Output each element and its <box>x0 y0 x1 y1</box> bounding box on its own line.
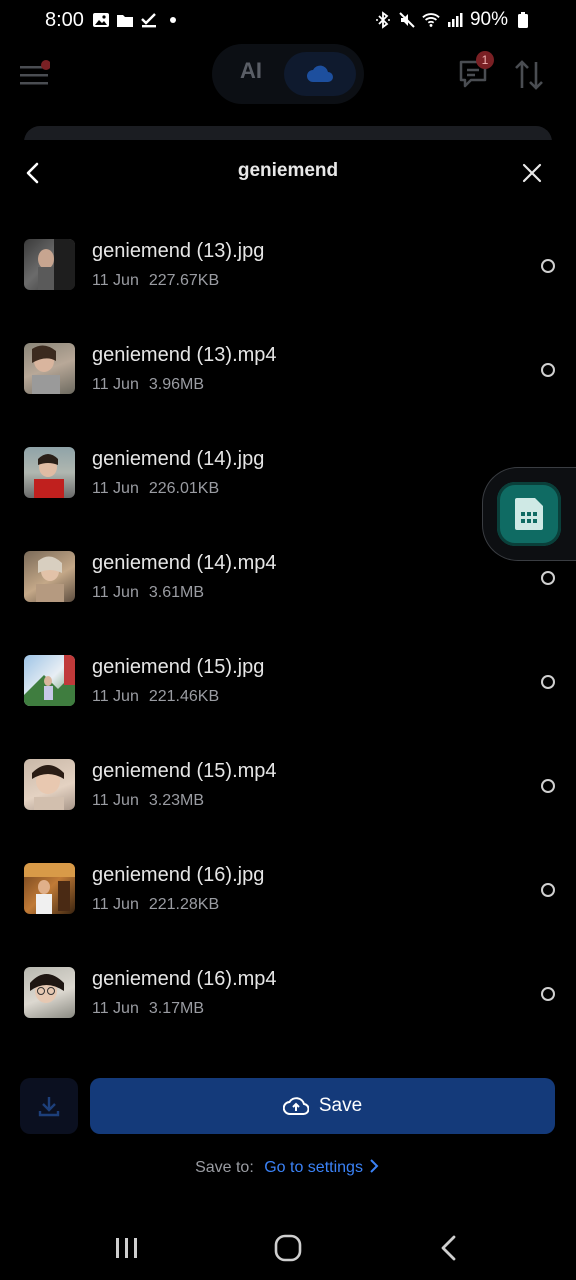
file-name: geniemend (14).jpg <box>92 448 265 470</box>
settings-link-label: Go to settings <box>264 1159 363 1176</box>
mode-ai-label: AI <box>240 58 262 83</box>
file-size: 3.61MB <box>148 584 204 601</box>
file-meta: 11 Jun 3.17MB <box>92 1000 204 1018</box>
mode-cloud <box>284 52 356 96</box>
file-size: 221.46KB <box>148 688 220 705</box>
sort-icon <box>515 60 543 90</box>
file-date: 11 Jun <box>92 896 139 913</box>
recents-icon[interactable] <box>114 1236 140 1260</box>
select-radio[interactable] <box>541 259 555 273</box>
file-thumbnail <box>24 551 75 602</box>
sheet-header: geniemend <box>0 140 576 204</box>
file-date: 11 Jun <box>92 272 139 289</box>
floating-assistant[interactable] <box>482 467 576 561</box>
file-row[interactable]: geniemend (16).jpg 11 Jun 221.28KB <box>0 859 576 963</box>
file-meta: 11 Jun 227.67KB <box>92 272 219 290</box>
file-list: geniemend (13).jpg 11 Jun 227.67KB geniem… <box>0 235 576 1067</box>
file-name: geniemend (13).mp4 <box>92 344 277 366</box>
file-thumbnail <box>24 967 75 1018</box>
cloud-upload-icon <box>282 1097 309 1115</box>
go-to-settings-link[interactable]: Go to settings <box>264 1159 381 1176</box>
select-radio[interactable] <box>541 987 555 1001</box>
file-size: 221.28KB <box>148 896 220 913</box>
sim-card-icon <box>515 498 543 530</box>
file-date: 11 Jun <box>92 792 139 809</box>
chevron-right-icon <box>370 1159 379 1173</box>
bluetooth-icon <box>375 11 390 29</box>
status-bar: 8:00 90% <box>0 0 576 42</box>
save-to-label: Save to: <box>195 1159 254 1176</box>
file-meta: 11 Jun 3.61MB <box>92 584 204 602</box>
save-label: Save <box>318 1095 363 1116</box>
file-meta: 11 Jun 3.23MB <box>92 792 204 810</box>
signal-icon <box>447 13 463 27</box>
select-radio[interactable] <box>541 571 555 585</box>
file-thumbnail <box>24 759 75 810</box>
file-date: 11 Jun <box>92 688 139 705</box>
file-size: 3.96MB <box>148 376 204 393</box>
select-radio[interactable] <box>541 363 555 377</box>
nav-back-icon[interactable] <box>436 1234 462 1262</box>
battery-icon <box>518 12 528 28</box>
file-thumbnail <box>24 343 75 394</box>
file-row[interactable]: geniemend (14).mp4 11 Jun 3.61MB <box>0 547 576 651</box>
file-thumbnail <box>24 863 75 914</box>
sheet-title: geniemend <box>237 160 339 181</box>
file-meta: 11 Jun 221.46KB <box>92 688 219 706</box>
file-date: 11 Jun <box>92 584 139 601</box>
system-nav-bar <box>0 1216 576 1280</box>
download-button[interactable] <box>20 1078 78 1134</box>
file-meta: 11 Jun 221.28KB <box>92 896 219 914</box>
file-date: 11 Jun <box>92 376 139 393</box>
cloud-icon <box>307 65 333 82</box>
check-icon <box>141 13 156 28</box>
status-icons-left <box>92 11 182 29</box>
home-icon[interactable] <box>274 1234 302 1262</box>
file-size: 3.23MB <box>148 792 204 809</box>
file-row[interactable]: geniemend (16).mp4 11 Jun 3.17MB <box>0 963 576 1067</box>
file-name: geniemend (15).jpg <box>92 656 265 678</box>
file-name: geniemend (16).mp4 <box>92 968 277 990</box>
file-thumbnail <box>24 239 75 290</box>
mute-icon <box>399 12 415 28</box>
menu-icon <box>20 60 50 85</box>
wifi-icon <box>422 13 440 27</box>
file-date: 11 Jun <box>92 1000 139 1017</box>
file-size: 227.67KB <box>148 272 220 289</box>
file-row[interactable]: geniemend (13).jpg 11 Jun 227.67KB <box>0 235 576 339</box>
image-icon <box>93 13 109 27</box>
file-name: geniemend (15).mp4 <box>92 760 277 782</box>
save-to-row: Save to: Go to settings <box>0 1159 576 1177</box>
file-row[interactable]: geniemend (13).mp4 11 Jun 3.96MB <box>0 339 576 443</box>
file-name: geniemend (14).mp4 <box>92 552 277 574</box>
file-date: 11 Jun <box>92 480 139 497</box>
file-row[interactable]: geniemend (15).jpg 11 Jun 221.46KB <box>0 651 576 755</box>
file-size: 226.01KB <box>148 480 220 497</box>
folder-icon <box>117 15 133 27</box>
file-name: geniemend (13).jpg <box>92 240 265 262</box>
assistant-button[interactable] <box>497 482 561 546</box>
status-time: 8:00 <box>45 9 84 31</box>
status-icons-right: 90% <box>374 9 532 31</box>
file-thumbnail <box>24 447 75 498</box>
select-radio[interactable] <box>541 883 555 897</box>
background-app-bar: AI 1 <box>0 42 576 112</box>
file-name: geniemend (16).jpg <box>92 864 265 886</box>
file-meta: 11 Jun 226.01KB <box>92 480 219 498</box>
save-button[interactable]: Save <box>90 1078 555 1134</box>
select-radio[interactable] <box>541 779 555 793</box>
file-size: 3.17MB <box>148 1000 204 1017</box>
message-badge: 1 <box>476 51 494 69</box>
screen: 8:00 90% AI 1 geniemend geniemend (13).j… <box>0 0 576 1280</box>
battery-percent: 90% <box>469 9 508 30</box>
close-button[interactable] <box>518 159 546 187</box>
download-icon <box>38 1097 60 1117</box>
dot-icon <box>170 17 176 23</box>
file-thumbnail <box>24 655 75 706</box>
file-row[interactable]: geniemend (15).mp4 11 Jun 3.23MB <box>0 755 576 859</box>
select-radio[interactable] <box>541 675 555 689</box>
file-meta: 11 Jun 3.96MB <box>92 376 204 394</box>
